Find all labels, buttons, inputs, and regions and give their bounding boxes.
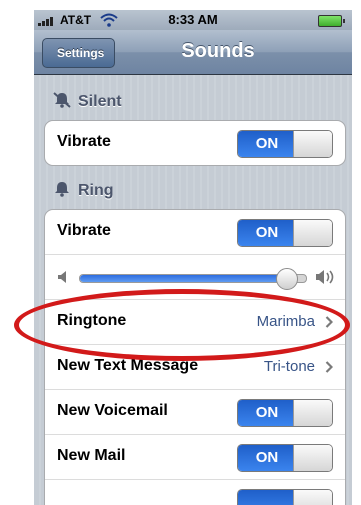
bell-icon xyxy=(55,182,69,197)
back-button-settings[interactable]: Settings xyxy=(42,38,116,68)
vibrate-silent-label: Vibrate xyxy=(57,133,111,150)
chevron-right-icon xyxy=(325,361,333,373)
switch-knob xyxy=(293,131,332,157)
red-annotation-ellipse xyxy=(14,289,350,361)
vibrate-ring-row: Vibrate ON xyxy=(45,210,345,254)
switch-knob xyxy=(293,445,332,471)
vibrate-silent-row: Vibrate ON xyxy=(45,121,345,165)
next-row-partial xyxy=(45,479,345,505)
volume-slider-fill xyxy=(80,275,286,282)
status-time: 8:33 AM xyxy=(168,12,218,27)
switch-knob xyxy=(293,220,332,246)
section-header-ring: Ring xyxy=(52,179,114,203)
new-voicemail-label: New Voicemail xyxy=(57,402,168,419)
new-mail-row: New Mail ON xyxy=(45,434,345,479)
switch-on-text: ON xyxy=(238,220,296,246)
switch-knob xyxy=(293,490,332,505)
vibrate-ring-switch[interactable]: ON xyxy=(237,219,333,247)
new-text-message-value: Tri-tone xyxy=(263,358,315,375)
switch-on-text xyxy=(238,490,296,505)
back-button-label: Settings xyxy=(57,46,105,60)
navigation-bar: Settings Sounds xyxy=(34,30,352,75)
section-header-silent: Silent xyxy=(52,90,122,114)
volume-slider[interactable] xyxy=(79,268,307,290)
volume-slider-thumb[interactable] xyxy=(275,268,298,290)
battery-icon xyxy=(318,15,345,27)
volume-high-icon xyxy=(316,270,334,284)
muted-bell-icon xyxy=(53,92,71,108)
switch-knob xyxy=(293,400,332,426)
new-mail-switch[interactable]: ON xyxy=(237,444,333,472)
switch-on-text: ON xyxy=(238,400,296,426)
new-mail-label: New Mail xyxy=(57,447,126,464)
new-voicemail-row: New Voicemail ON xyxy=(45,389,345,434)
status-bar: AT&T 8:33 AM xyxy=(34,10,352,30)
page-title: Sounds xyxy=(181,40,255,62)
vibrate-ring-label: Vibrate xyxy=(57,222,111,239)
iphone-screen: AT&T 8:33 AM Settings Sounds Silent Vibr… xyxy=(34,10,352,505)
silent-group: Vibrate ON xyxy=(44,120,346,166)
new-voicemail-switch[interactable]: ON xyxy=(237,399,333,427)
partial-switch[interactable] xyxy=(237,489,333,505)
section-title-silent: Silent xyxy=(78,93,122,110)
switch-on-text: ON xyxy=(238,131,296,157)
switch-on-text: ON xyxy=(238,445,296,471)
section-title-ring: Ring xyxy=(78,182,114,199)
volume-low-icon xyxy=(58,271,66,283)
vibrate-silent-switch[interactable]: ON xyxy=(237,130,333,158)
